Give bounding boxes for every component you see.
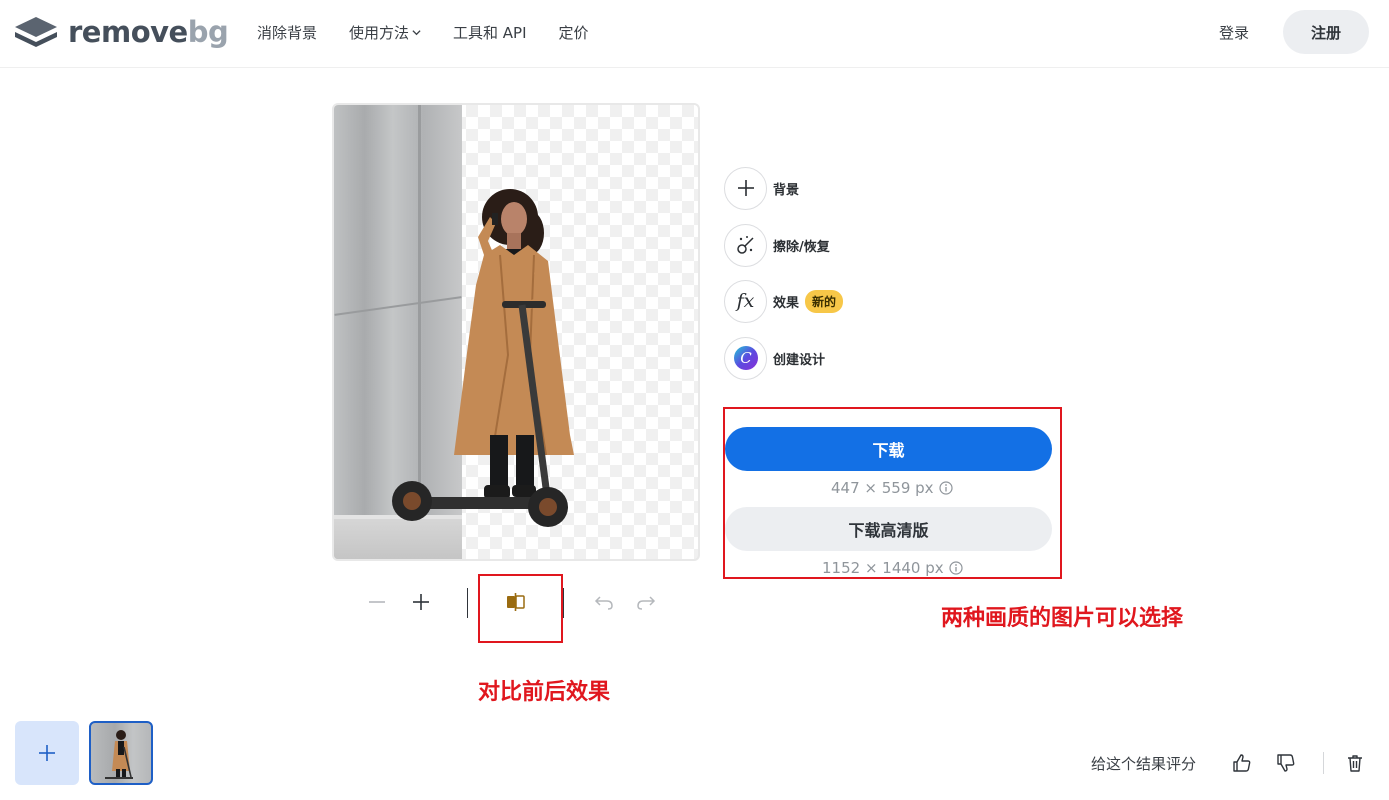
thumbs-down-button[interactable]: [1273, 750, 1299, 776]
footer-divider: [1323, 752, 1324, 774]
nav-how-to-use-label: 使用方法: [349, 24, 410, 42]
redo-button[interactable]: [631, 586, 661, 618]
undo-button[interactable]: [589, 586, 619, 618]
action-create-design-label: 创建设计: [773, 352, 826, 368]
info-icon[interactable]: [938, 481, 953, 495]
toolbar-divider: [467, 588, 468, 618]
image-thumbnail[interactable]: [89, 721, 153, 785]
download-size-text: 447 × 559 px: [831, 479, 934, 497]
redo-icon: [637, 596, 656, 610]
signup-button[interactable]: 注册: [1283, 10, 1369, 54]
action-erase-restore-label: 擦除/恢复: [773, 239, 830, 255]
action-background[interactable]: 背景: [724, 166, 799, 210]
action-create-design-circle: C: [724, 336, 767, 380]
image-preview[interactable]: [332, 103, 700, 561]
thumbs-up-icon: [1233, 754, 1251, 772]
nav-pricing[interactable]: 定价: [559, 22, 589, 43]
nav-remove-background-label: 消除背景: [257, 24, 318, 42]
chevron-down-icon: [412, 30, 421, 36]
thumbs-up-button[interactable]: [1229, 750, 1255, 776]
rate-result-label: 给这个结果评分: [1091, 755, 1197, 773]
action-create-design[interactable]: C 创建设计: [724, 336, 825, 380]
cutout-person-with-scooter: [392, 189, 574, 527]
action-effects-circle: fx: [724, 279, 767, 323]
download-button[interactable]: 下载: [725, 427, 1052, 471]
nav-remove-background[interactable]: 消除背景: [257, 22, 317, 43]
nav-tools-api[interactable]: 工具和 API: [453, 22, 527, 43]
minus-icon: [369, 601, 385, 603]
top-header: removebg 消除背景 使用方法 工具和 API 定价 登录 注册: [0, 0, 1389, 68]
logo[interactable]: removebg: [14, 14, 229, 50]
add-image-button[interactable]: [15, 721, 79, 785]
delete-button[interactable]: [1342, 750, 1368, 776]
annotation-compare: 对比前后效果: [478, 680, 611, 705]
action-effects[interactable]: fx 效果 新的: [724, 279, 844, 323]
magic-brush-icon: [736, 236, 754, 254]
login-link[interactable]: 登录: [1219, 22, 1249, 43]
plus-icon: [737, 180, 754, 196]
compare-highlight-box: [478, 574, 563, 643]
info-icon[interactable]: [949, 561, 963, 575]
trash-icon: [1348, 755, 1362, 772]
nav-how-to-use[interactable]: 使用方法: [349, 22, 421, 43]
toolbar-divider: [563, 588, 564, 618]
canva-letter: C: [740, 349, 752, 367]
annotation-quality-choice: 两种画质的图片可以选择: [941, 606, 1184, 631]
zoom-out-button[interactable]: [362, 586, 392, 618]
logo-wordmark: removebg: [68, 14, 229, 49]
plus-icon: [39, 745, 55, 761]
logo-mark-icon: [15, 17, 57, 47]
main-nav: 消除背景 使用方法 工具和 API 定价: [257, 22, 621, 43]
action-background-circle: [724, 166, 767, 210]
undo-icon: [594, 596, 613, 610]
action-erase-restore[interactable]: 擦除/恢复: [724, 223, 830, 267]
action-erase-restore-circle: [724, 223, 767, 267]
download-hd-button[interactable]: 下载高清版: [725, 507, 1052, 551]
new-badge: 新的: [805, 289, 844, 313]
logo-word-bg: bg: [187, 14, 229, 49]
logo-word-remove: remove: [68, 14, 188, 49]
download-hd-size-info: 1152 × 1440 px: [822, 559, 963, 577]
nav-pricing-label: 定价: [558, 24, 589, 42]
nav-tools-api-label: 工具和 API: [453, 24, 527, 42]
download-hd-size-text: 1152 × 1440 px: [822, 559, 944, 577]
action-background-label: 背景: [773, 182, 800, 198]
fx-icon: fx: [736, 290, 755, 312]
canva-icon: C: [733, 346, 758, 370]
download-size-info: 447 × 559 px: [831, 479, 953, 497]
thumbs-down-icon: [1277, 754, 1295, 772]
thumbnail-person-image: [105, 730, 133, 779]
action-effects-label: 效果: [773, 295, 800, 311]
zoom-in-button[interactable]: [406, 586, 436, 618]
plus-icon: [413, 594, 429, 610]
